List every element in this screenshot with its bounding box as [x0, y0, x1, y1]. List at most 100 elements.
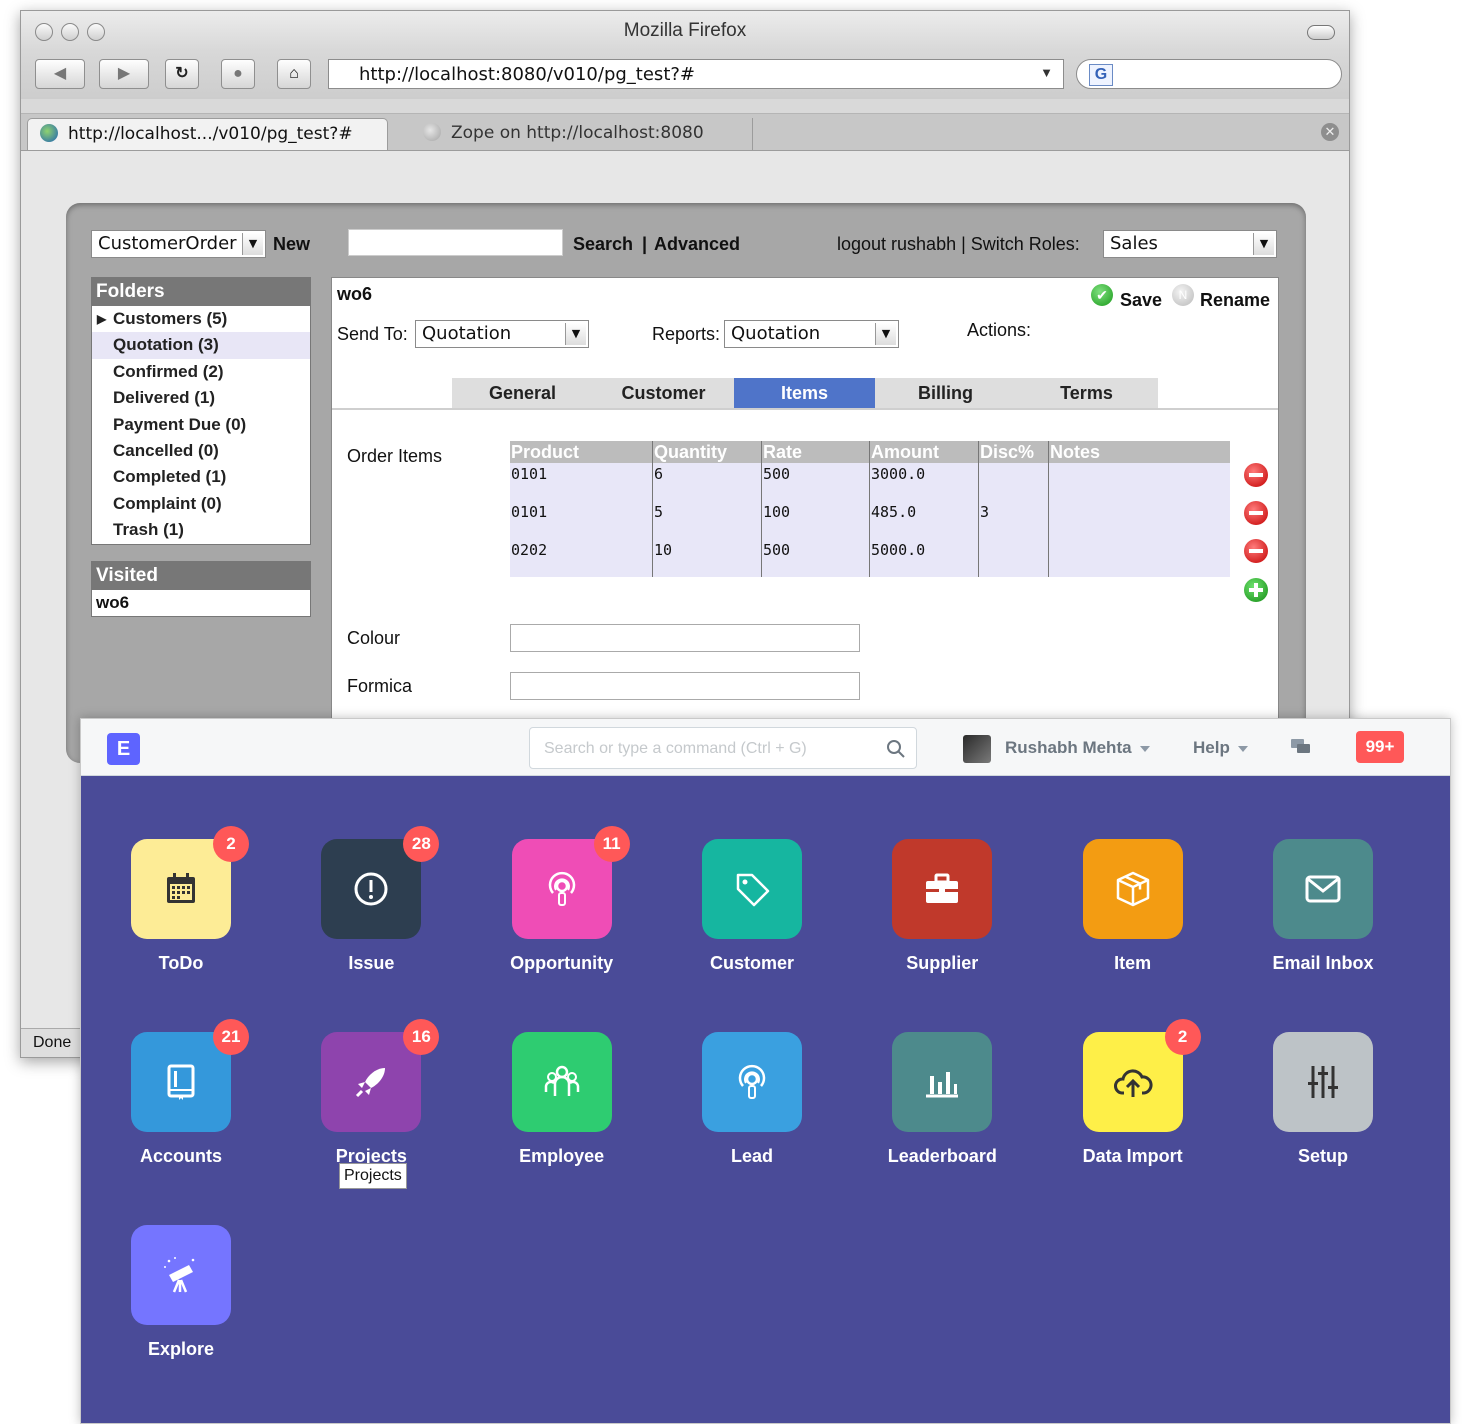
- module-tile[interactable]: [131, 1225, 231, 1325]
- stop-button[interactable]: ●: [221, 59, 255, 89]
- module-label[interactable]: Supplier: [847, 953, 1037, 974]
- tab-billing[interactable]: Billing: [875, 378, 1016, 408]
- save-check-icon[interactable]: ✔: [1091, 284, 1113, 306]
- expand-triangle-icon[interactable]: ▶: [97, 306, 106, 332]
- formica-field[interactable]: [510, 672, 860, 700]
- cell-amount[interactable]: 5000.0: [871, 541, 925, 559]
- module-tile[interactable]: [1272, 1032, 1373, 1132]
- module-tile[interactable]: [1272, 839, 1373, 939]
- cell-product[interactable]: 0202: [511, 541, 547, 559]
- cell-product[interactable]: 0101: [511, 503, 547, 521]
- url-bar[interactable]: http://localhost:8080/v010/pg_test?# ▼: [328, 59, 1064, 89]
- module-label[interactable]: Explore: [86, 1339, 276, 1360]
- url-dropdown-icon[interactable]: ▼: [1040, 65, 1053, 80]
- awesome-bar[interactable]: [529, 727, 917, 769]
- folder-quotation[interactable]: Quotation (3): [92, 332, 310, 359]
- cell-disc[interactable]: 3: [980, 503, 989, 521]
- module-label[interactable]: ToDo: [86, 953, 276, 974]
- module-label[interactable]: Lead: [657, 1146, 847, 1167]
- search-input[interactable]: [542, 736, 876, 762]
- cell-amount[interactable]: 485.0: [871, 503, 916, 521]
- folder-customers[interactable]: ▶ Customers (5): [92, 306, 310, 332]
- search-icon[interactable]: [886, 739, 906, 759]
- remove-row-icon[interactable]: [1244, 463, 1268, 487]
- module-email-inbox[interactable]: Email Inbox: [1228, 839, 1418, 1009]
- cell-product[interactable]: 0101: [511, 465, 547, 483]
- module-opportunity[interactable]: 11 Opportunity: [467, 826, 657, 1009]
- role-select[interactable]: Sales ▼: [1103, 230, 1277, 258]
- module-label[interactable]: Email Inbox: [1228, 953, 1418, 974]
- module-label[interactable]: Issue: [276, 953, 466, 974]
- module-label[interactable]: Leaderboard: [847, 1146, 1037, 1167]
- close-tab-icon[interactable]: ✕: [1321, 123, 1339, 141]
- search-link[interactable]: Search: [573, 234, 633, 255]
- tab-general[interactable]: General: [452, 378, 593, 408]
- remove-row-icon[interactable]: [1244, 501, 1268, 525]
- module-tile[interactable]: [511, 1032, 612, 1132]
- tab-items[interactable]: Items: [734, 378, 875, 408]
- module-customer[interactable]: Customer: [657, 839, 847, 1009]
- cell-amount[interactable]: 3000.0: [871, 465, 925, 483]
- new-link[interactable]: New: [273, 234, 310, 255]
- advanced-link[interactable]: Advanced: [654, 234, 740, 255]
- home-button[interactable]: ⌂: [277, 59, 311, 89]
- cell-rate[interactable]: 100: [763, 503, 790, 521]
- tab-terms[interactable]: Terms: [1016, 378, 1157, 408]
- reports-select[interactable]: Quotation ▼: [724, 320, 899, 348]
- folder-trash[interactable]: Trash (1): [92, 517, 310, 543]
- doctype-select[interactable]: CustomerOrder ▼: [91, 230, 266, 258]
- save-button[interactable]: Save: [1120, 290, 1162, 311]
- module-label[interactable]: Opportunity: [467, 953, 657, 974]
- remove-row-icon[interactable]: [1244, 539, 1268, 563]
- folder-payment-due[interactable]: Payment Due (0): [92, 412, 310, 438]
- module-tile[interactable]: [701, 1032, 802, 1132]
- module-accounts[interactable]: 21 Accounts: [86, 1019, 276, 1202]
- cell-quantity[interactable]: 5: [654, 503, 663, 521]
- web-search-box[interactable]: G: [1076, 59, 1342, 89]
- module-tile[interactable]: [1082, 839, 1183, 939]
- module-employee[interactable]: Employee: [467, 1032, 657, 1202]
- module-label[interactable]: Customer: [657, 953, 847, 974]
- module-tile[interactable]: [892, 1032, 993, 1132]
- back-button[interactable]: ◀: [35, 59, 85, 89]
- forward-button[interactable]: ▶: [99, 59, 149, 89]
- visited-item[interactable]: wo6: [92, 590, 310, 616]
- module-item[interactable]: Item: [1038, 839, 1228, 1009]
- user-menu[interactable]: Rushabh Mehta: [1005, 738, 1150, 758]
- cell-rate[interactable]: 500: [763, 541, 790, 559]
- search-engine-icon[interactable]: G: [1089, 64, 1113, 86]
- folder-confirmed[interactable]: Confirmed (2): [92, 359, 310, 385]
- cell-quantity[interactable]: 6: [654, 465, 663, 483]
- module-supplier[interactable]: Supplier: [847, 839, 1037, 1009]
- add-row-icon[interactable]: [1244, 578, 1268, 602]
- module-label[interactable]: Data Import: [1038, 1146, 1228, 1167]
- folder-delivered[interactable]: Delivered (1): [92, 385, 310, 411]
- user-avatar[interactable]: [963, 735, 991, 763]
- module-label[interactable]: Employee: [467, 1146, 657, 1167]
- colour-field[interactable]: [510, 624, 860, 652]
- module-data-import[interactable]: 2 Data Import: [1038, 1019, 1228, 1202]
- module-issue[interactable]: 28 Issue: [276, 826, 466, 1009]
- rename-button[interactable]: Rename: [1200, 290, 1270, 311]
- notifications-badge[interactable]: 99+: [1356, 731, 1404, 763]
- module-tile[interactable]: [701, 839, 802, 939]
- tab-customer[interactable]: Customer: [593, 378, 734, 408]
- search-input[interactable]: [348, 229, 563, 256]
- module-label[interactable]: Accounts: [86, 1146, 276, 1167]
- app-logo[interactable]: E: [107, 733, 140, 765]
- send-to-select[interactable]: Quotation ▼: [415, 320, 589, 348]
- toolbar-toggle-button[interactable]: [1307, 25, 1335, 40]
- reload-button[interactable]: ↻: [165, 59, 199, 89]
- module-leaderboard[interactable]: Leaderboard: [847, 1032, 1037, 1202]
- folder-complaint[interactable]: Complaint (0): [92, 491, 310, 517]
- folder-cancelled[interactable]: Cancelled (0): [92, 438, 310, 464]
- cell-quantity[interactable]: 10: [654, 541, 672, 559]
- tab-pg-test[interactable]: http://localhost.../v010/pg_test?#: [27, 118, 388, 150]
- logout-switch-roles[interactable]: logout rushabh | Switch Roles:: [837, 234, 1080, 255]
- module-setup[interactable]: Setup: [1228, 1032, 1418, 1202]
- module-todo[interactable]: 2 ToDo: [86, 826, 276, 1009]
- cell-rate[interactable]: 500: [763, 465, 790, 483]
- module-lead[interactable]: Lead: [657, 1032, 847, 1202]
- module-explore[interactable]: Explore: [86, 1225, 276, 1395]
- chat-icon[interactable]: [1291, 739, 1311, 755]
